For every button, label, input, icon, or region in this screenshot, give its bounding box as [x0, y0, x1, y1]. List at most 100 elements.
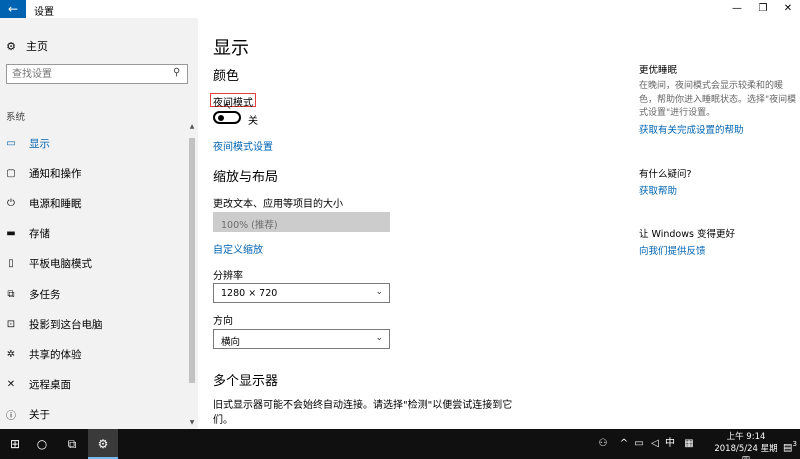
color-heading: 颜色: [213, 69, 240, 84]
back-button[interactable]: ←: [0, 0, 26, 18]
night-mode-toggle[interactable]: [213, 111, 241, 124]
sidebar-item-label: 显示: [29, 137, 50, 150]
minimize-button[interactable]: —: [723, 0, 751, 18]
multi-display-description: 旧式显示器可能不会始终自动连接。请选择"检测"以便尝试连接到它们。: [213, 400, 513, 426]
sleep-title: 更优睡眠: [639, 65, 678, 76]
scroll-up-arrow-icon[interactable]: ▲: [188, 123, 196, 131]
night-mode-settings-link[interactable]: 夜间模式设置: [213, 138, 273, 153]
sidebar-scrollbar[interactable]: ▲ ▼: [188, 123, 196, 429]
chevron-down-icon: ⌄: [375, 333, 383, 343]
close-button[interactable]: ✕: [774, 0, 800, 18]
notification-icon: ▢: [6, 167, 16, 179]
gear-icon: ⚙: [6, 39, 16, 53]
sidebar-item-label: 存储: [29, 228, 50, 241]
sidebar-item-label: 投影到这台电脑: [29, 318, 103, 331]
scale-label: 更改文本、应用等项目的大小: [213, 199, 343, 210]
action-center-button[interactable]: ▤3: [782, 429, 798, 459]
notification-count: 3: [792, 440, 797, 448]
night-mode-label: 夜间模式: [213, 98, 253, 109]
multitask-icon: ⧉: [7, 288, 15, 300]
network-icon[interactable]: ▭: [632, 429, 646, 459]
window-title: 设置: [34, 7, 54, 18]
sidebar-item-display[interactable]: ▭ 显示: [0, 128, 186, 158]
clock-date: 2018/5/24 星期四: [714, 444, 778, 459]
multi-display-heading: 多个显示器: [213, 374, 279, 389]
sidebar-item-label: 共享的体验: [29, 348, 82, 361]
sidebar-item-notifications[interactable]: ▢ 通知和操作: [0, 158, 186, 188]
feedback-link[interactable]: 向我们提供反馈: [639, 243, 706, 257]
related-panel: 更优睡眠 在晚间，夜间模式会显示较柔和的暖色，帮助你进入睡眠状态。选择"夜间模式…: [638, 18, 798, 429]
sidebar-item-storage[interactable]: ▬ 存储: [0, 219, 186, 249]
taskbar: ⊞ ○ ⧉ ⚙ ⚇ ^ ▭ ◁ 中 ▦ 上午 9:14 2018/5/24 星期…: [0, 429, 800, 459]
sidebar-item-label: 远程桌面: [29, 379, 71, 392]
get-help-link[interactable]: 获取帮助: [639, 183, 677, 197]
keyboard-icon[interactable]: ▦: [681, 429, 697, 459]
sidebar-item-shared-experiences[interactable]: ✲ 共享的体验: [0, 339, 186, 369]
search-circle-icon: ○: [36, 437, 48, 451]
sidebar-item-remote-desktop[interactable]: ✕ 远程桌面: [0, 370, 186, 400]
scale-heading: 缩放与布局: [213, 170, 279, 185]
resolution-label: 分辨率: [213, 271, 243, 282]
sidebar-nav: ▭ 显示 ▢ 通知和操作 ⏻ 电源和睡眠 ▬ 存储 ▯ 平板电脑模式 ⧉ 多任务…: [0, 128, 186, 430]
minimize-icon: —: [732, 3, 742, 14]
start-button[interactable]: ⊞: [0, 429, 30, 459]
resolution-value: 1280 × 720: [221, 288, 278, 299]
sidebar: ⚙ 主页 ⚲ 系统 ▭ 显示 ▢ 通知和操作 ⏻ 电源和睡眠 ▬ 存储 ▯ 平板…: [0, 18, 198, 429]
info-icon: ⓘ: [6, 411, 16, 423]
sidebar-item-projecting[interactable]: ⊡ 投影到这台电脑: [0, 309, 186, 339]
sleep-text: 在晚间，夜间模式会显示较柔和的暖色，帮助你进入睡眠状态。选择"夜间模式设置"进行…: [639, 81, 797, 118]
sidebar-item-about[interactable]: ⓘ 关于: [0, 400, 186, 430]
chevron-down-icon: ⌄: [375, 287, 383, 297]
clock-time: 上午 9:14: [726, 432, 766, 442]
restore-icon: ❐: [758, 3, 768, 14]
remote-desktop-icon: ✕: [6, 379, 16, 391]
resolution-dropdown[interactable]: 1280 × 720 ⌄: [213, 283, 390, 303]
sidebar-item-label: 多任务: [29, 288, 61, 301]
toggle-knob: [218, 115, 224, 121]
scale-dropdown[interactable]: 100% (推荐): [213, 212, 390, 232]
sidebar-item-label: 关于: [29, 409, 50, 422]
task-view-button[interactable]: ⧉: [57, 429, 87, 459]
taskbar-settings-app[interactable]: ⚙: [88, 429, 118, 459]
sidebar-item-label: 电源和睡眠: [29, 197, 82, 210]
page-title: 显示: [213, 38, 249, 59]
main-content: 显示 颜色 夜间模式 ↖ 关 夜间模式设置 缩放与布局 更改文本、应用等项目的大…: [198, 18, 618, 429]
search-icon[interactable]: ⚲: [173, 67, 180, 78]
search-input[interactable]: [6, 64, 188, 84]
ime-indicator[interactable]: 中: [663, 429, 677, 459]
close-icon: ✕: [783, 3, 793, 14]
power-icon: ⏻: [7, 197, 15, 209]
share-icon: ✲: [6, 348, 16, 360]
section-label: 系统: [6, 112, 26, 123]
orientation-value: 横向: [221, 337, 241, 348]
sidebar-item-multitasking[interactable]: ⧉ 多任务: [0, 279, 186, 309]
home-label: 主页: [26, 40, 48, 53]
home-link[interactable]: ⚙ 主页: [4, 38, 48, 54]
sleep-help-link[interactable]: 获取有关完成设置的帮助: [639, 122, 744, 136]
monitor-icon: ▭: [6, 137, 16, 149]
night-mode-state: 关: [248, 116, 258, 127]
sidebar-item-power[interactable]: ⏻ 电源和睡眠: [0, 188, 186, 218]
restore-button[interactable]: ❐: [749, 0, 777, 18]
volume-icon[interactable]: ◁: [648, 429, 662, 459]
sidebar-item-label: 通知和操作: [29, 167, 82, 180]
sidebar-item-tablet-mode[interactable]: ▯ 平板电脑模式: [0, 249, 186, 279]
tablet-icon: ▯: [8, 258, 14, 270]
scroll-thumb[interactable]: [189, 138, 195, 383]
orientation-label: 方向: [213, 316, 233, 327]
chevron-up-icon[interactable]: ^: [617, 429, 631, 459]
back-arrow-icon: ←: [7, 2, 19, 16]
scroll-down-arrow-icon[interactable]: ▼: [188, 419, 196, 427]
custom-scale-link[interactable]: 自定义缩放: [213, 241, 263, 256]
storage-icon: ▬: [6, 228, 16, 240]
gear-icon: ⚙: [97, 437, 109, 451]
improve-windows-title: 让 Windows 变得更好: [639, 229, 735, 240]
scale-value: 100% (推荐): [221, 220, 278, 231]
orientation-dropdown[interactable]: 横向 ⌄: [213, 329, 390, 349]
task-view-icon: ⧉: [67, 437, 77, 451]
people-icon[interactable]: ⚇: [595, 429, 611, 459]
cortana-button[interactable]: ○: [27, 429, 57, 459]
title-bar: ← 设置 — ❐ ✕: [0, 0, 800, 18]
taskbar-clock[interactable]: 上午 9:14 2018/5/24 星期四: [714, 431, 778, 459]
sidebar-item-label: 平板电脑模式: [29, 258, 92, 271]
